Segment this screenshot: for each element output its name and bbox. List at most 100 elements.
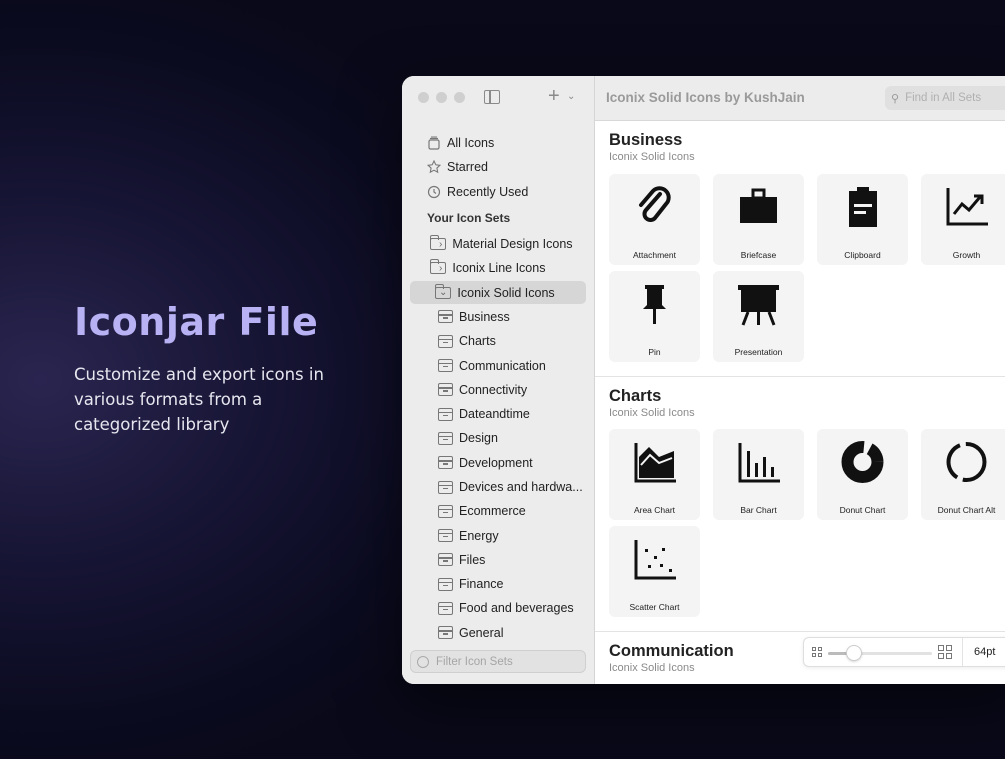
sidebar-item-material-design-icons[interactable]: › Material Design Icons — [402, 232, 595, 256]
icon-tile-donut-chart-alt[interactable]: Donut Chart Alt — [921, 429, 1005, 520]
presentation-board-icon — [738, 285, 779, 326]
sidebar-item-label: Files — [459, 552, 486, 567]
sidebar-item-group[interactable]: Energy — [402, 523, 595, 547]
sidebar-item-label: Connectivity — [459, 382, 528, 397]
sidebar-toggle-icon[interactable] — [484, 90, 500, 104]
sidebar-item-iconix-solid-icons[interactable]: ⌄ Iconix Solid Icons — [402, 280, 595, 305]
clipboard-icon — [849, 187, 877, 227]
sidebar-item-group[interactable]: Finance — [402, 572, 595, 596]
sidebar-item-group[interactable]: Dateandtime — [402, 402, 595, 426]
slider-knob[interactable] — [846, 645, 862, 661]
archive-box-icon — [438, 480, 453, 494]
section-subtitle: Iconix Solid Icons — [609, 662, 695, 674]
archive-box-icon — [438, 456, 453, 470]
small-grid-icon[interactable] — [812, 647, 822, 657]
archive-box-icon — [438, 601, 453, 615]
sidebar-item-label: Business — [459, 309, 510, 324]
star-icon — [427, 160, 441, 174]
archive-box-icon — [438, 359, 453, 373]
hero-description: Customize and export icons in various fo… — [74, 365, 324, 434]
icon-name: Clipboard — [844, 250, 881, 260]
section-title: Business — [609, 131, 683, 149]
sidebar-item-label: Energy — [459, 528, 499, 543]
icon-tile-clipboard[interactable]: Clipboard — [817, 174, 908, 265]
sidebar-item-group[interactable]: Communication — [402, 353, 595, 377]
archive-box-icon — [438, 577, 453, 591]
stack-icon — [428, 136, 440, 150]
large-grid-icon[interactable] — [938, 645, 952, 659]
icon-name: Briefcase — [740, 250, 777, 260]
close-button[interactable] — [418, 92, 429, 103]
icon-tile-pin[interactable]: Pin — [609, 271, 700, 362]
sidebar-item-group[interactable]: Files — [402, 548, 595, 572]
sidebar-item-label: General — [459, 625, 504, 640]
icon-size-slider[interactable] — [828, 652, 932, 655]
archive-box-icon — [438, 407, 453, 421]
icon-tile-area-chart[interactable]: Area Chart — [609, 429, 700, 520]
search-input[interactable]: ⚲ Find in All Sets — [885, 86, 1005, 110]
icon-tile-bar-chart[interactable]: Bar Chart — [713, 429, 804, 520]
sidebar-item-label: Finance — [459, 577, 504, 592]
icon-name: Presentation — [734, 347, 783, 357]
sidebar-item-group[interactable]: Charts — [402, 329, 595, 353]
archive-box-icon — [438, 553, 453, 567]
sidebar-item-iconix-line-icons[interactable]: › Iconix Line Icons — [402, 256, 595, 280]
archive-box-icon — [438, 529, 453, 543]
sidebar-item-group[interactable]: General — [402, 621, 595, 645]
app-window: + ⌄ All Icons Starred Recently Used Your… — [402, 76, 1005, 684]
section-divider — [595, 376, 1005, 377]
archive-box-icon — [438, 504, 453, 518]
filter-placeholder: Filter Icon Sets — [436, 655, 513, 668]
donut-chart-icon — [841, 441, 884, 483]
section-subtitle: Iconix Solid Icons — [609, 151, 695, 163]
briefcase-icon — [740, 188, 777, 223]
sidebar-item-label: Iconix Line Icons — [452, 261, 546, 276]
folder-icon — [430, 235, 447, 251]
donut-chart-alt-icon — [946, 442, 987, 482]
icon-tile-scatter-chart[interactable]: Scatter Chart — [609, 526, 700, 617]
sidebar-item-group[interactable]: Devices and hardwa... — [402, 475, 595, 499]
sidebar-item-all-icons[interactable]: All Icons — [402, 131, 595, 155]
folder-icon — [435, 283, 452, 299]
icon-name: Growth — [952, 250, 981, 260]
section-subtitle: Iconix Solid Icons — [609, 407, 695, 419]
filter-icon-sets-input[interactable]: Filter Icon Sets — [410, 650, 586, 673]
sidebar-item-group[interactable]: Ecommerce — [402, 499, 595, 523]
sidebar-item-group[interactable]: Food and beverages — [402, 596, 595, 620]
sidebar-item-label: Food and beverages — [459, 601, 574, 616]
sidebar-item-group[interactable]: Connectivity — [402, 378, 595, 402]
sidebar-item-starred[interactable]: Starred — [402, 155, 595, 179]
icon-tile-attachment[interactable]: Attachment — [609, 174, 700, 265]
sidebar-item-label: Devices and hardwa... — [459, 480, 583, 494]
filter-icon — [417, 655, 429, 668]
sidebar-item-label: Dateandtime — [459, 407, 530, 422]
sidebar-item-label: Design — [459, 431, 498, 446]
titlebar: Iconix Solid Icons by KushJain ⚲ Find in… — [595, 76, 1005, 121]
icon-tile-presentation[interactable]: Presentation — [713, 271, 804, 362]
section-title: Charts — [609, 387, 662, 405]
sidebar-item-recently-used[interactable]: Recently Used — [402, 180, 595, 204]
minimize-button[interactable] — [436, 92, 447, 103]
icon-tile-growth[interactable]: Growth — [921, 174, 1005, 265]
icon-tile-donut-chart[interactable]: Donut Chart — [817, 429, 908, 520]
icon-name: Bar Chart — [740, 505, 777, 515]
plus-icon[interactable]: + — [548, 85, 560, 108]
chevron-down-icon[interactable]: ⌄ — [567, 91, 575, 102]
sidebar-item-group[interactable]: Design — [402, 426, 595, 450]
icon-tile-briefcase[interactable]: Briefcase — [713, 174, 804, 265]
icon-name: Donut Chart Alt — [937, 505, 996, 515]
archive-box-icon — [438, 310, 453, 324]
icon-name: Donut Chart — [839, 505, 886, 515]
hero-title: Iconjar File — [74, 300, 319, 344]
scatter-chart-icon — [634, 540, 676, 580]
icon-size-value[interactable]: 64pt — [974, 646, 995, 658]
area-chart-icon — [634, 443, 676, 483]
divider — [962, 638, 963, 666]
archive-box-icon — [438, 334, 453, 348]
sidebar-item-group[interactable]: Business — [402, 305, 595, 329]
hero: Iconjar File Customize and export icons … — [74, 300, 364, 437]
sidebar-item-group[interactable]: Development — [402, 451, 595, 475]
zoom-button[interactable] — [454, 92, 465, 103]
sidebar-heading: Your Icon Sets — [427, 210, 511, 225]
icon-name: Pin — [648, 347, 661, 357]
